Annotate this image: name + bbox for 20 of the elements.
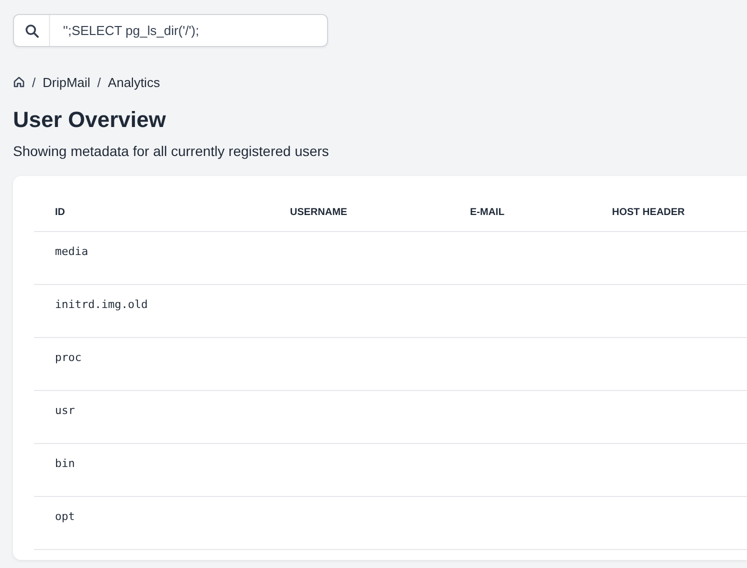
home-icon[interactable]	[13, 76, 25, 88]
column-header: E-MAIL	[469, 207, 506, 218]
breadcrumb-link[interactable]: Analytics	[108, 74, 160, 90]
table-cell-text: bin	[54, 456, 76, 470]
table-cell-text: media	[54, 244, 90, 258]
column-header: USERNAME	[289, 207, 348, 218]
search-field[interactable]: '';SELECT pg_ls_dir('/');	[50, 15, 327, 46]
table-cell-text: proc	[54, 350, 82, 364]
page-title: User Overview	[13, 107, 167, 133]
table-cell-text: opt	[54, 509, 76, 523]
column-header: HOST HEADER	[611, 207, 686, 218]
table-cell-text: usr	[54, 403, 76, 417]
search-bar[interactable]: '';SELECT pg_ls_dir('/');	[13, 14, 328, 47]
breadcrumb-link[interactable]: DripMail	[42, 74, 90, 90]
table-cell-text: initrd.img.old	[54, 297, 149, 311]
breadcrumb-separator: /	[97, 74, 101, 90]
column-header: ID	[54, 207, 66, 218]
search-icon	[24, 24, 38, 38]
page-subtitle: Showing metadata for all currently registered users	[13, 142, 330, 160]
breadcrumb-separator: /	[32, 74, 36, 90]
